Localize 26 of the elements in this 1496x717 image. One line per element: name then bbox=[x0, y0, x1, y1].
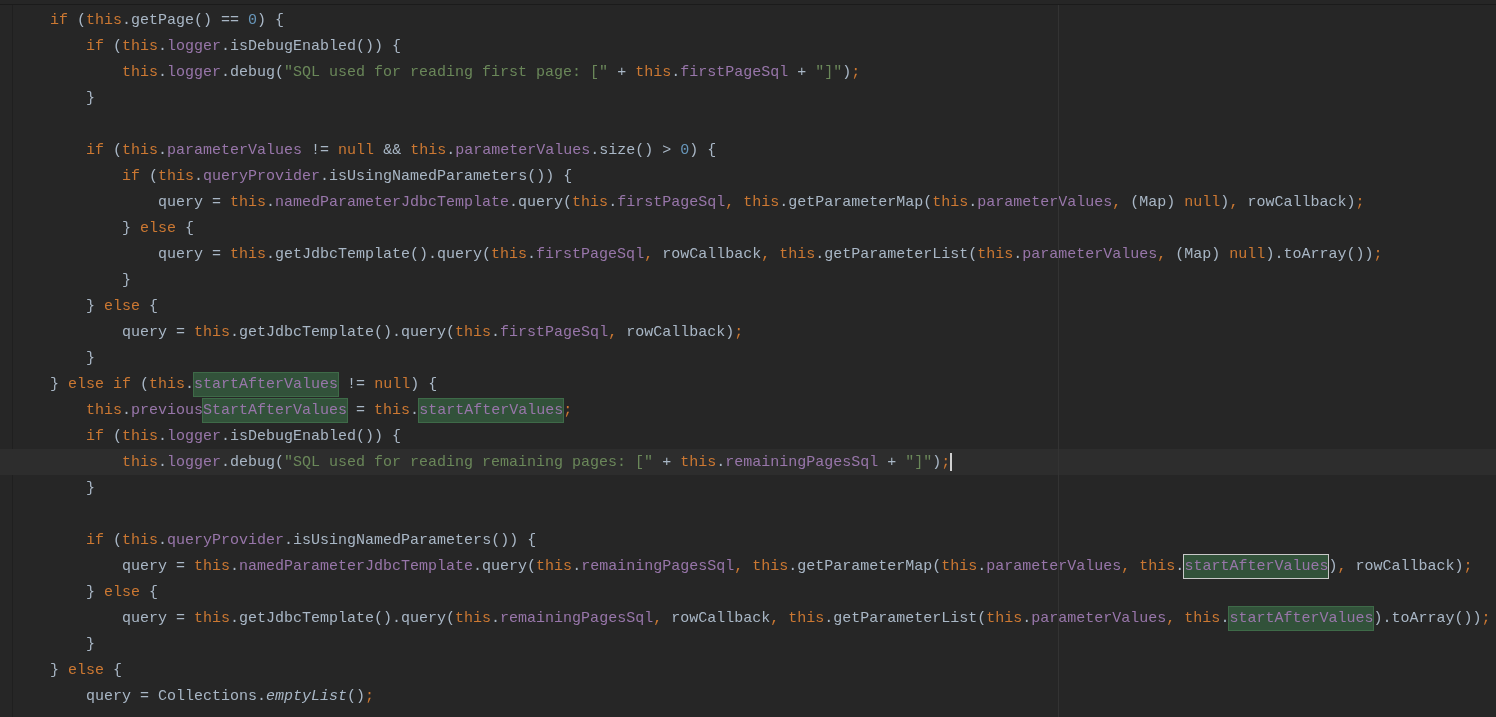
code-line: query = this.getJdbcTemplate().query(this.remainingPagesSql, rowCallback, this.getParameterList(this.parameterValues, this.startAfterValues).toArray()); bbox=[122, 609, 1491, 627]
code-line: if (this.parameterValues != null && this.parameterValues.size() > 0) { bbox=[86, 141, 717, 159]
code-line: if (this.logger.isDebugEnabled()) { bbox=[86, 427, 402, 445]
code-line: this.logger.debug("SQL used for reading first page: [" + this.firstPageSql + "]"); bbox=[122, 63, 861, 81]
code-line: } else if (this.startAfterValues != null) { bbox=[50, 375, 438, 393]
code-line: } bbox=[86, 479, 95, 497]
code-line: } bbox=[86, 349, 95, 367]
code-line: if (this.queryProvider.isUsingNamedParameters()) { bbox=[86, 531, 537, 549]
code-line: query = Collections.emptyList(); bbox=[86, 687, 375, 705]
code-line: } else { bbox=[122, 219, 195, 237]
code-line: if (this.queryProvider.isUsingNamedParameters()) { bbox=[122, 167, 573, 185]
code-line: } else { bbox=[50, 661, 123, 679]
code-line: query = this.getJdbcTemplate().query(this.firstPageSql, rowCallback, this.getParameterList(this.parameterValues, (Map) null).toArray()); bbox=[158, 245, 1383, 263]
text-caret bbox=[950, 453, 953, 471]
code-line: } else { bbox=[86, 583, 159, 601]
code-line: query = this.namedParameterJdbcTemplate.query(this.remainingPagesSql, this.getParameterMap(this.parameterValues, this.startAfterValues), rowCallback); bbox=[122, 557, 1473, 575]
code-line: if (this.getPage() == 0) { bbox=[50, 11, 285, 29]
code-line: } bbox=[122, 271, 131, 289]
code-line: query = this.namedParameterJdbcTemplate.query(this.firstPageSql, this.getParameterMap(this.parameterValues, (Map) null), rowCallback); bbox=[158, 193, 1365, 211]
code-line: this.previousStartAfterValues = this.startAfterValues; bbox=[86, 401, 573, 419]
code-line: this.logger.debug("SQL used for reading remaining pages: [" + this.remainingPagesSql + "]"); bbox=[122, 453, 951, 471]
code-line: } else { bbox=[86, 297, 159, 315]
code-line: query = this.getJdbcTemplate().query(this.firstPageSql, rowCallback); bbox=[122, 323, 744, 341]
code-line: } bbox=[86, 89, 95, 107]
code-line: } bbox=[86, 635, 95, 653]
code-line: if (this.logger.isDebugEnabled()) { bbox=[86, 37, 402, 55]
